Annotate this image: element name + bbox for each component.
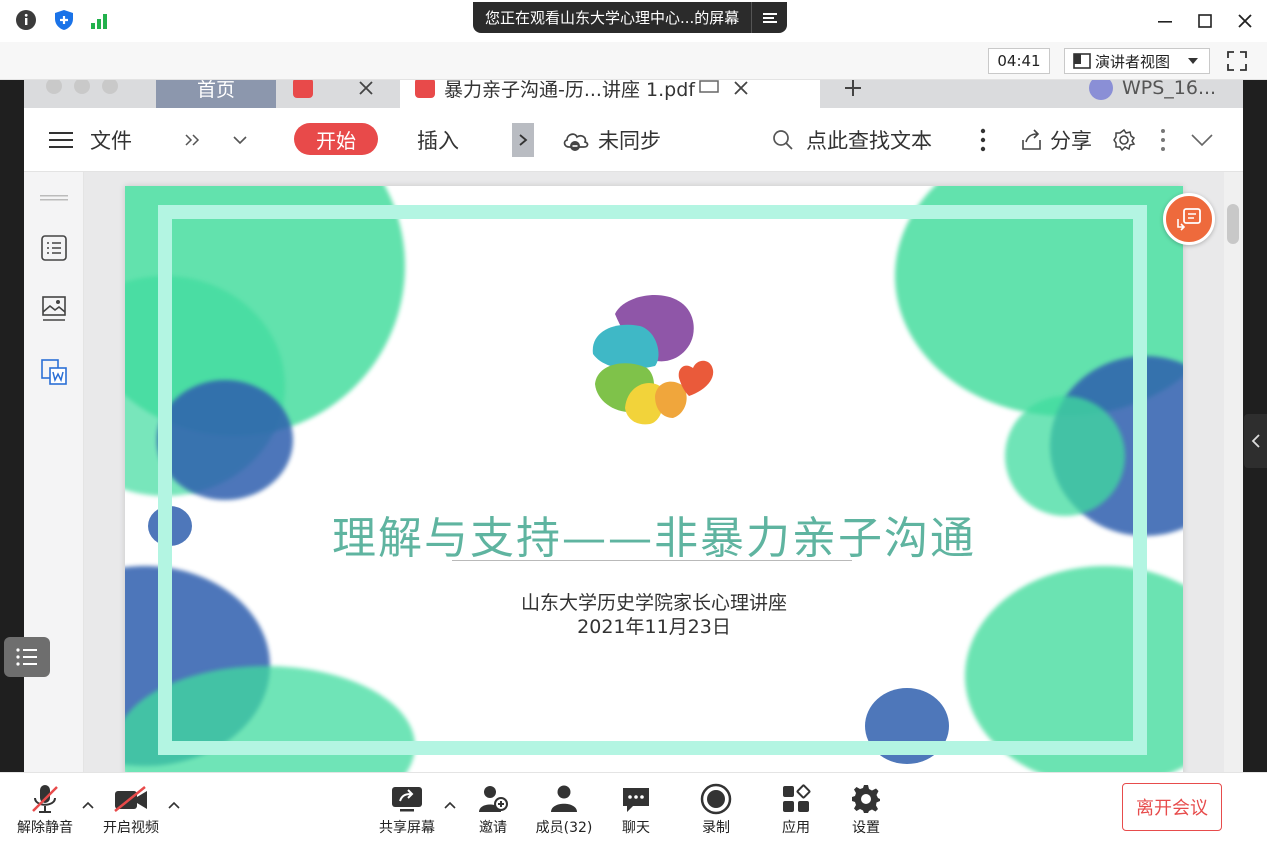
start-video-label: 开启视频 [103,820,159,836]
members-label: 成员(32) [535,820,593,836]
tab-pdf-document[interactable]: 暴力亲子沟通-历...讲座 1.pdf [400,80,820,108]
chat-button[interactable]: 聊天 [596,773,676,846]
close-icon[interactable] [1230,6,1260,36]
search-placeholder: 点此查找文本 [806,129,932,153]
new-tab-icon[interactable] [844,80,862,108]
presenter-view-icon [1073,53,1091,69]
sync-status[interactable]: 未同步 [562,108,661,172]
tab-blank[interactable] [282,80,390,108]
share-icon [1020,128,1044,152]
network-signal-icon[interactable] [88,8,112,32]
share-screen-icon [390,783,424,815]
tab-home[interactable]: 首页 [156,80,276,108]
add-user-icon [477,783,509,815]
slide-title: 理解与支持——非暴力亲子沟通 [332,513,976,564]
vertical-scrollbar[interactable] [1224,172,1243,772]
camera-off-icon [113,783,149,815]
tab-wps-account[interactable]: WPS_16... [1088,80,1216,108]
ribbon-scroll-right[interactable] [512,108,534,172]
monitor-icon [699,80,719,97]
apps-grid-icon [781,783,811,815]
chevron-down-icon[interactable] [1190,108,1214,172]
mic-muted-icon [29,783,61,815]
share-banner-text: 您正在观看山东大学心理中心...的屏幕 [485,9,740,27]
wps-red-icon [292,80,314,99]
tab-pdf-label: 暴力亲子沟通-历...讲座 1.pdf [444,80,695,101]
record-label: 录制 [702,820,730,836]
list-toggle-icon[interactable] [4,637,50,677]
tab-insert[interactable]: 插入 [417,108,459,172]
unmute-button[interactable]: 解除静音 [5,773,85,846]
tab-start[interactable]: 开始 [294,123,378,155]
tab-close-icon[interactable] [733,80,749,96]
wps-toolbar: 文件 开始 插入 未同步 点此查找文本 分享 [24,108,1243,172]
hamburger-menu-icon[interactable] [48,108,74,172]
invite-button[interactable]: 邀请 [453,773,533,846]
settings-label: 设置 [852,820,880,836]
tab-close-icon[interactable] [358,80,374,96]
outline-list-icon[interactable] [38,232,70,264]
invite-label: 邀请 [479,820,507,836]
tab-home-label: 首页 [196,80,235,101]
floating-annotation-icon[interactable] [1163,193,1215,245]
avatar [1088,80,1114,101]
scrollbar-thumb[interactable] [1227,204,1239,244]
banner-menu-icon[interactable] [751,2,787,33]
slide-subtitle: 山东大学历史学院家长心理讲座 [520,592,787,614]
apps-button[interactable]: 应用 [756,773,836,846]
fullscreen-icon[interactable] [1224,48,1250,74]
chat-label: 聊天 [622,820,650,836]
watercolor-background [125,186,1183,786]
search-icon [772,129,794,151]
pdf-page-slide: 理解与支持——非暴力亲子沟通 山东大学历史学院家长心理讲座 2021年11月23… [125,186,1183,786]
panel-drag-handle-icon[interactable] [38,182,70,214]
chevron-left-icon[interactable] [1244,414,1267,468]
cloud-unsynced-icon [562,128,592,152]
share-label: 分享 [1050,129,1092,153]
security-shield-icon[interactable] [52,8,76,32]
sync-status-label: 未同步 [598,129,661,153]
pdf-to-word-icon[interactable] [38,356,70,388]
share-screen-button[interactable]: 共享屏幕 [367,773,447,846]
more-vertical-icon[interactable] [980,108,986,172]
chat-icon [621,783,651,815]
record-button[interactable]: 录制 [676,773,756,846]
lecture-logo [592,295,714,425]
presenter-view-dropdown[interactable]: 演讲者视图 [1064,48,1210,74]
wps-side-panel [24,172,84,772]
unmute-label: 解除静音 [17,820,73,836]
double-chevron-right-icon[interactable] [184,108,202,172]
chevron-up-icon[interactable] [166,797,182,813]
search-box[interactable]: 点此查找文本 [772,108,932,172]
title-divider [452,560,852,561]
apps-label: 应用 [782,820,810,836]
menu-file[interactable]: 文件 [90,108,132,172]
members-button[interactable]: 成员(32) [524,773,604,846]
window-traffic-lights [44,80,134,108]
presenter-view-label: 演讲者视图 [1095,52,1171,71]
maximize-icon[interactable] [1190,6,1220,36]
start-video-button[interactable]: 开启视频 [91,773,171,846]
wps-tab-strip: 首页 暴力亲子沟通-历...讲座 1.pdf WPS_16... [24,80,1243,108]
info-icon[interactable] [14,8,38,32]
meeting-timer: 04:41 [988,48,1050,74]
gear-icon [851,783,881,815]
settings-button[interactable]: 设置 [826,773,906,846]
account-label: WPS_16... [1122,80,1217,99]
share-screen-label: 共享屏幕 [379,820,435,836]
leave-meeting-button[interactable]: 离开会议 [1122,783,1222,831]
settings-gear-icon[interactable] [1112,108,1136,172]
chevron-down-icon [1188,57,1199,65]
more-vertical-icon[interactable] [1160,108,1166,172]
minimize-icon[interactable] [1150,6,1180,36]
screen-share-banner[interactable]: 您正在观看山东大学心理中心...的屏幕 [473,2,788,33]
pdf-file-icon [414,80,436,99]
image-thumbnail-icon[interactable] [38,293,70,325]
meeting-toolbar: 解除静音 开启视频 共享屏幕 邀请 成员(32) 聊天 录制 应用 设置 [0,772,1267,845]
share-button[interactable]: 分享 [1020,108,1092,172]
chevron-down-icon[interactable] [232,108,248,172]
record-icon [700,783,732,815]
slide-date: 2021年11月23日 [577,616,731,638]
members-icon [548,783,580,815]
